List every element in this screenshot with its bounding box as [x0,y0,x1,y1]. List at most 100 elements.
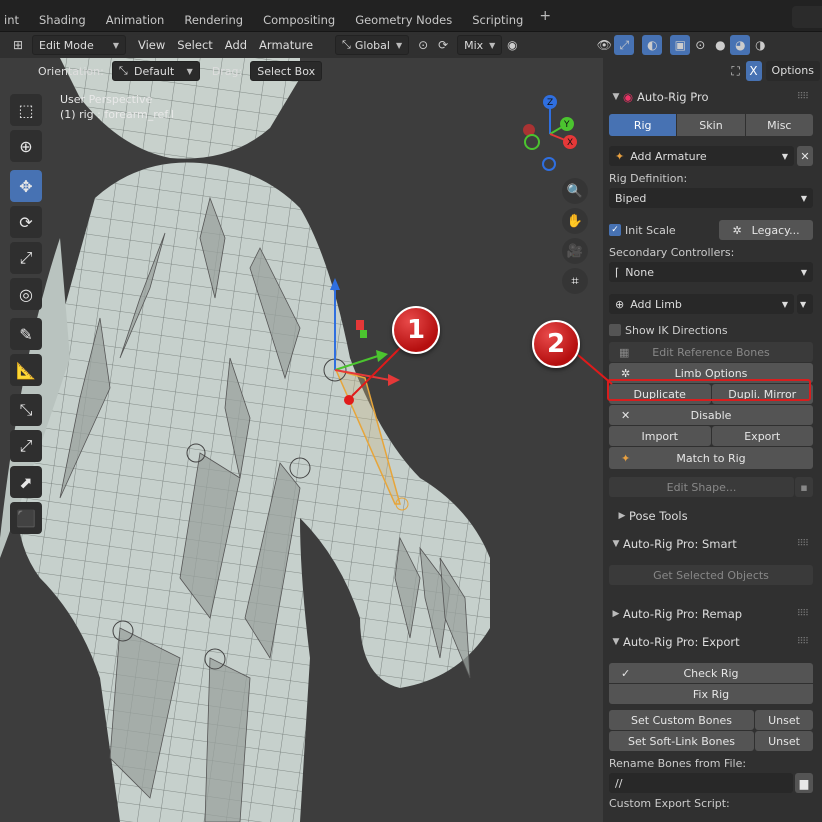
snap-icon[interactable]: ⟳ [433,35,453,55]
pin-icon[interactable]: ⛶ [726,61,746,81]
export-button[interactable]: Export [711,426,813,446]
proportional-mix-dropdown[interactable]: Mix ▼ [457,35,503,55]
pose-tools-header[interactable]: ▶ Pose Tools [609,503,813,529]
editor-type-icon[interactable]: ⊞ [8,35,28,55]
drag-handle-icon[interactable]: ⠿⠿ [797,637,809,647]
drag-dropdown[interactable]: Select Box [250,61,323,81]
rig-definition-value: Biped [615,191,647,205]
chevron-down-icon: ▼ [781,299,788,309]
measure-icon[interactable]: 📐 [10,354,42,386]
path-input[interactable]: // [609,773,793,793]
close-icon[interactable]: ✕ [797,146,813,166]
menu-select[interactable]: Select [171,38,218,52]
tab-compositing[interactable]: Compositing [253,0,345,32]
get-selected-objects-button[interactable]: Get Selected Objects [609,565,813,585]
export-header[interactable]: ▼ Auto-Rig Pro: Export ⠿⠿ [609,629,813,655]
tab-skin[interactable]: Skin [677,114,745,136]
remap-header[interactable]: ▶ Auto-Rig Pro: Remap ⠿⠿ [609,601,813,627]
bone-envelope-icon[interactable]: ⤢ [10,430,42,462]
shape-icon[interactable]: ▪ [795,477,813,497]
custom-export-label: Custom Export Script: [609,797,730,810]
gear-icon: ✲ [621,366,631,380]
scene-selector[interactable] [792,6,822,28]
tab-geometry-nodes[interactable]: Geometry Nodes [345,0,462,32]
perspective-grid-icon[interactable]: ⌗ [562,268,588,294]
menu-armature[interactable]: Armature [253,38,319,52]
tab-animation[interactable]: Animation [96,0,175,32]
smart-header[interactable]: ▼ Auto-Rig Pro: Smart ⠿⠿ [609,531,813,557]
proportional-edit-icon[interactable]: ◉ [502,35,522,55]
shading-material-icon[interactable]: ◕ [730,35,751,55]
camera-icon[interactable]: 🎥 [562,238,588,264]
export-title: Auto-Rig Pro: Export [623,635,740,649]
legacy-button[interactable]: ✲ Legacy... [719,220,813,240]
chevron-down-icon: ▼ [800,267,807,277]
tab-rig[interactable]: Rig [609,114,677,136]
shading-rendered-icon[interactable]: ◑ [750,35,770,55]
shading-wireframe-icon[interactable]: ⊙ [690,35,710,55]
tab-rendering[interactable]: Rendering [174,0,253,32]
roll-icon[interactable]: ⬛ [10,502,42,534]
menu-view[interactable]: View [132,38,171,52]
check-rig-label: Check Rig [683,666,739,680]
3d-viewport[interactable]: Orientation: ⤡ Default ▼ Drag: Select Box … [0,58,603,822]
tab-misc[interactable]: Misc [745,114,813,136]
set-soft-link-button[interactable]: Set Soft-Link Bones [609,731,754,751]
init-scale-checkbox[interactable]: ✓ [609,224,621,236]
xray-toggle-icon[interactable]: X [745,61,762,81]
options-button[interactable]: Options [765,61,820,81]
drag-handle-icon[interactable]: ⠿⠿ [797,539,809,549]
zoom-icon[interactable]: 🔍 [562,178,588,204]
rig-definition-dropdown[interactable]: Biped ▼ [609,188,813,208]
auto-rig-pro-header[interactable]: ▼ ◉ Auto-Rig Pro ⠿⠿ [609,84,813,110]
import-button[interactable]: Import [609,426,711,446]
add-armature-dropdown[interactable]: ✦ Add Armature ▼ [609,146,794,166]
folder-icon[interactable]: ▆ [795,773,813,793]
menu-add[interactable]: Add [219,38,253,52]
bone-size-icon[interactable]: ⤡ [10,394,42,426]
tab-layout[interactable]: int [4,0,29,32]
show-ik-checkbox[interactable] [609,324,621,336]
edit-shape-button[interactable]: Edit Shape... [609,477,794,497]
disable-button[interactable]: ✕ Disable [609,405,813,425]
add-limb-dropdown[interactable]: ⊕ Add Limb ▼ [609,294,794,314]
transform-orientation-dropdown[interactable]: ⤡ Global ▼ [335,35,410,55]
pan-hand-icon[interactable]: ✋ [562,208,588,234]
tab-scripting[interactable]: Scripting [462,0,533,32]
falloff-icon[interactable]: 👁 [594,35,614,55]
remap-title: Auto-Rig Pro: Remap [623,607,743,621]
mode-dropdown[interactable]: Edit Mode ▼ [32,35,126,55]
edit-reference-bones-button[interactable]: ▦ Edit Reference Bones [609,342,813,362]
transform-icon[interactable]: ◎ [10,278,42,310]
orientation-dropdown[interactable]: ⤡ Default ▼ [111,61,200,81]
cursor-icon[interactable]: ⊕ [10,130,42,162]
shading-solid-icon[interactable]: ● [710,35,730,55]
mix-label: Mix [464,38,484,52]
fix-rig-button[interactable]: Fix Rig [609,684,813,704]
active-object: (1) rig : forearm_ref.l [60,108,174,121]
match-to-rig-button[interactable]: ✦ Match to Rig [609,447,813,469]
drag-handle-icon[interactable]: ⠿⠿ [797,92,809,102]
rotate-icon[interactable]: ⟳ [10,206,42,238]
overlay-icon[interactable]: ◐ [642,35,663,55]
gizmo-icon[interactable]: ⤢ [614,35,635,55]
pivot-icon[interactable]: ⊙ [413,35,433,55]
unset-soft-button[interactable]: Unset [755,731,813,751]
check-rig-button[interactable]: ✓ Check Rig [609,663,813,683]
add-limb-options-dropdown[interactable]: ▼ [797,294,813,314]
extrude-icon[interactable]: ⬈ [10,466,42,498]
xray-icon[interactable]: ▣ [670,35,691,55]
drag-value: Select Box [257,64,316,78]
select-box-icon[interactable]: ⬚ [10,94,42,126]
annotate-icon[interactable]: ✎ [10,318,42,350]
add-workspace-icon[interactable]: + [533,0,557,36]
set-custom-bones-button[interactable]: Set Custom Bones [609,710,754,730]
tab-shading[interactable]: Shading [29,0,96,32]
scale-icon[interactable]: ⤢ [10,242,42,274]
drag-handle-icon[interactable]: ⠿⠿ [797,609,809,619]
unset-custom-button[interactable]: Unset [755,710,813,730]
navigation-gizmo[interactable]: Z Y X [515,94,585,174]
move-icon[interactable]: ✥ [10,170,42,202]
secondary-controllers-dropdown[interactable]: ⌈ None ▼ [609,262,813,282]
view-name: User Perspective [60,93,153,106]
